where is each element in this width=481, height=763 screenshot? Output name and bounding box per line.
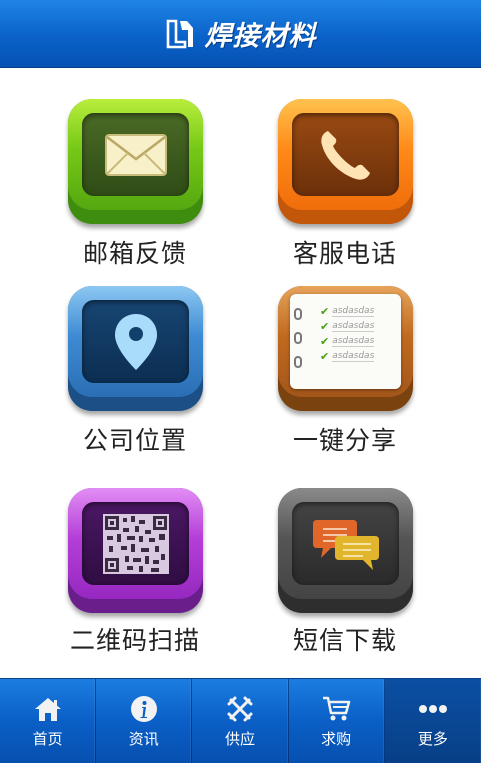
nav-label: 首页 xyxy=(32,730,63,748)
checkmark-icon: ✔ xyxy=(320,305,330,318)
tile-label: 邮箱反馈 xyxy=(82,239,187,268)
email-tile-icon[interactable] xyxy=(68,99,203,224)
home-icon xyxy=(33,694,63,724)
nav-label: 求购 xyxy=(321,730,352,748)
location-tile-icon[interactable] xyxy=(68,286,203,411)
map-pin-icon xyxy=(114,313,157,370)
nav-item-home[interactable]: 首页 xyxy=(0,679,97,763)
app-title: 焊接材料 xyxy=(204,21,317,52)
checklist: ✔ asdasdas ✔ asdasdas ✔ asdasdas ✔ asdas… xyxy=(320,304,398,364)
nav-item-more[interactable]: 更多 xyxy=(384,679,481,763)
info-icon xyxy=(129,694,159,724)
checklist-item: ✔ asdasdas xyxy=(320,305,375,318)
nav-item-supply[interactable]: 供应 xyxy=(192,679,289,763)
tile-label: 二维码扫描 xyxy=(69,626,200,655)
tile-company-location[interactable]: 公司位置 xyxy=(50,286,220,486)
tile-customer-service[interactable]: 客服电话 xyxy=(260,99,430,304)
envelope-icon xyxy=(104,133,167,176)
tile-label: 一键分享 xyxy=(292,426,397,455)
supply-icon xyxy=(225,694,255,724)
tile-label: 客服电话 xyxy=(292,239,397,268)
checklist-item: ✔ asdasdas xyxy=(320,335,375,348)
function-grid: 邮箱反馈 客服电话 公司位置 ✔ asdasdas ✔ asdasdas ✔ a… xyxy=(0,68,481,678)
checkmark-icon: ✔ xyxy=(320,335,330,348)
cart-icon xyxy=(321,694,351,724)
qr-tile-icon[interactable] xyxy=(68,488,203,613)
nav-item-news[interactable]: 资讯 xyxy=(96,679,193,763)
tile-one-click-share[interactable]: ✔ asdasdas ✔ asdasdas ✔ asdasdas ✔ asdas… xyxy=(260,286,430,486)
brand-logo-icon xyxy=(166,19,193,48)
checklist-item: ✔ asdasdas xyxy=(320,320,375,333)
nav-label: 资讯 xyxy=(128,730,159,748)
more-icon xyxy=(418,694,448,724)
tile-sms-download[interactable]: 短信下载 xyxy=(260,488,430,683)
checkmark-icon: ✔ xyxy=(320,320,330,333)
nav-label: 更多 xyxy=(417,730,448,748)
share-tile-icon[interactable]: ✔ asdasdas ✔ asdasdas ✔ asdasdas ✔ asdas… xyxy=(278,286,413,411)
phone-icon xyxy=(320,130,370,180)
tile-label: 短信下载 xyxy=(292,626,397,655)
tile-label: 公司位置 xyxy=(82,426,187,455)
sms-tile-icon[interactable] xyxy=(278,488,413,613)
chat-bubbles-icon xyxy=(312,519,379,570)
checklist-item: ✔ asdasdas xyxy=(320,350,375,363)
nav-item-purchase[interactable]: 求购 xyxy=(289,679,385,763)
tile-email-feedback[interactable]: 邮箱反馈 xyxy=(50,99,220,304)
app-header: 焊接材料 xyxy=(0,0,481,68)
nav-label: 供应 xyxy=(224,730,255,748)
binder-rings-icon xyxy=(294,308,302,368)
checkmark-icon: ✔ xyxy=(320,350,330,363)
phone-tile-icon[interactable] xyxy=(278,99,413,224)
bottom-nav: 首页 资讯 供应 求购 更多 xyxy=(0,678,481,763)
tile-qr-scan[interactable]: 二维码扫描 xyxy=(50,488,220,683)
brand-logo: 焊接材料 xyxy=(165,14,317,53)
qr-code-icon xyxy=(102,513,169,574)
